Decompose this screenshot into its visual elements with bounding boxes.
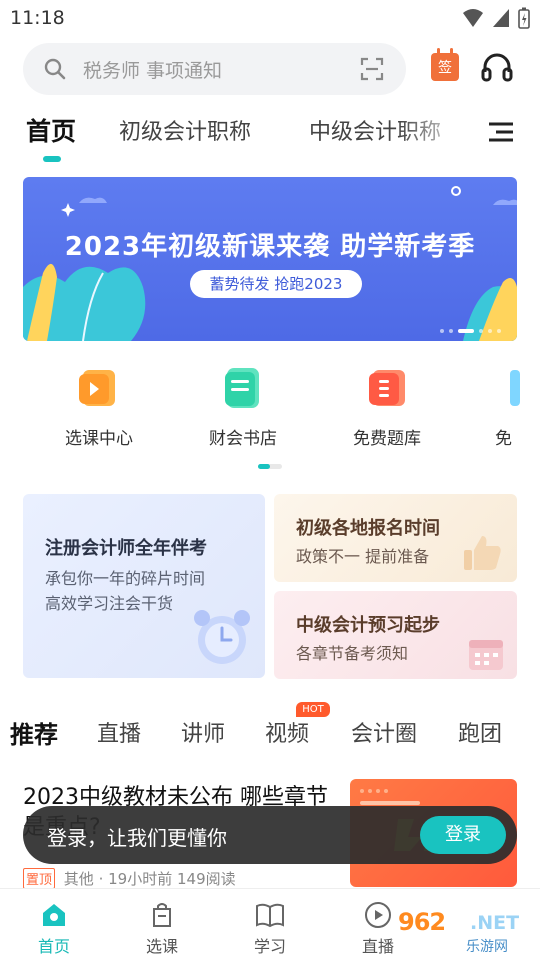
tab-junior-accounting[interactable]: 初级会计职称 xyxy=(119,114,251,146)
tab-running-group[interactable]: 跑团 xyxy=(458,716,502,748)
course-center-icon xyxy=(79,370,115,406)
watermark-number: 962 xyxy=(398,908,446,936)
quick-entry-course-center[interactable]: 选课中心 xyxy=(49,364,149,449)
home-icon xyxy=(43,904,65,926)
content-tabs: 推荐 直播 讲师 视频 会计圈 跑团 xyxy=(0,710,540,754)
question-bank-icon xyxy=(369,370,405,406)
banner-subtitle: 蓄势待发 抢跑2023 xyxy=(190,270,362,298)
status-time: 11:18 xyxy=(10,7,65,29)
nav-label: 选课 xyxy=(145,937,178,956)
wifi-icon xyxy=(463,9,483,27)
quick-entry-question-bank[interactable]: 免费题库 xyxy=(337,364,437,449)
pinned-tag: 置顶 xyxy=(23,868,56,889)
promo-card-desc: 高效学习注会干货 xyxy=(45,594,174,613)
battery-icon xyxy=(518,7,530,29)
tab-fade-overlay xyxy=(400,108,470,156)
promo-card-title: 注册会计师全年伴考 xyxy=(45,538,207,559)
watermark-net: .NET xyxy=(470,912,520,934)
banner-title: 2023年初级新课来袭 助学新考季 xyxy=(64,232,476,262)
watermark-sub: 乐游网 xyxy=(466,939,508,955)
promo-card-preview[interactable]: 中级会计预习起步 各章节备考须知 xyxy=(274,591,517,679)
search-icon xyxy=(44,58,66,80)
banner-dot xyxy=(479,329,483,333)
banner-dot xyxy=(497,329,501,333)
promo-card-title: 初级各地报名时间 xyxy=(296,518,440,539)
category-tabs: 首页 初级会计职称 中级会计职称 xyxy=(0,108,540,164)
tab-recommend[interactable]: 推荐 xyxy=(10,715,58,750)
nav-label: 首页 xyxy=(37,937,70,956)
hot-badge: HOT xyxy=(296,702,330,717)
menu-icon[interactable] xyxy=(488,121,514,143)
status-icons xyxy=(462,7,530,29)
book-icon xyxy=(256,903,284,928)
promo-card-title: 中级会计预习起步 xyxy=(296,615,440,636)
promo-card-registration[interactable]: 初级各地报名时间 政策不一 提前准备 xyxy=(274,494,517,582)
promo-card-desc: 政策不一 提前准备 xyxy=(296,547,430,566)
scan-icon[interactable] xyxy=(360,57,384,81)
thumbs-up-icon xyxy=(464,536,501,570)
search-input[interactable]: 税务师 事项通知 xyxy=(23,43,406,95)
quick-entry-label: 免费题库 xyxy=(353,429,421,449)
quick-entry-scroll-indicator xyxy=(258,464,282,469)
tab-lecturer[interactable]: 讲师 xyxy=(181,716,225,748)
nav-courses[interactable]: 选课 xyxy=(122,901,202,957)
tab-live[interactable]: 直播 xyxy=(97,716,141,748)
banner-dot xyxy=(488,329,492,333)
sign-in-calendar-icon[interactable]: 签 xyxy=(431,48,459,81)
search-placeholder: 税务师 事项通知 xyxy=(83,60,223,82)
signal-icon xyxy=(493,9,509,27)
status-bar: 11:18 xyxy=(0,0,540,36)
customer-service-headset-icon[interactable] xyxy=(480,52,514,84)
tab-home[interactable]: 首页 xyxy=(26,112,76,148)
login-prompt-toast: 登录，让我们更懂你 登录 xyxy=(23,806,517,864)
bookstore-icon xyxy=(225,368,259,408)
quick-entry-partial-icon xyxy=(510,370,520,406)
banner-dot xyxy=(449,329,453,333)
article-time: 19小时前 xyxy=(108,870,173,888)
tab-video[interactable]: 视频 xyxy=(265,716,309,748)
quick-entry-label: 选课中心 xyxy=(65,429,133,449)
login-button[interactable]: 登录 xyxy=(420,816,506,854)
nav-label: 学习 xyxy=(253,937,286,956)
quick-entry-bookstore[interactable]: 财会书店 xyxy=(193,364,293,449)
banner-pagination xyxy=(440,329,501,333)
tab-accounting-circle[interactable]: 会计圈 xyxy=(351,716,417,748)
play-circle-icon xyxy=(365,902,391,928)
site-watermark: 962 .NET 乐游网 xyxy=(398,906,534,958)
quick-entry-label: 免 xyxy=(495,429,512,449)
quick-entry-partial[interactable]: 免 xyxy=(456,364,536,449)
promo-card-desc: 承包你一年的碎片时间 xyxy=(45,569,206,588)
promo-card-cpa[interactable]: 注册会计师全年伴考 承包你一年的碎片时间 高效学习注会干货 xyxy=(23,494,265,678)
login-prompt-text: 登录，让我们更懂你 xyxy=(47,826,227,850)
article-meta: 置顶 其他 · 19小时前 149阅读 xyxy=(23,868,236,889)
alarm-clock-icon xyxy=(194,610,250,664)
promo-banner[interactable]: 2023年初级新课来袭 助学新考季 蓄势待发 抢跑2023 xyxy=(23,177,517,341)
nav-home[interactable]: 首页 xyxy=(14,901,94,957)
nav-study[interactable]: 学习 xyxy=(230,901,310,957)
quick-entry-label: 财会书店 xyxy=(209,429,277,449)
banner-dot-active xyxy=(458,329,474,333)
banner-dot xyxy=(440,329,444,333)
article-category: 其他 xyxy=(63,870,94,888)
tab-active-indicator xyxy=(43,156,61,162)
shopping-bag-icon xyxy=(153,903,171,927)
promo-card-desc: 各章节备考须知 xyxy=(296,644,409,663)
calendar-icon xyxy=(469,640,503,670)
article-reads: 149阅读 xyxy=(177,870,236,888)
